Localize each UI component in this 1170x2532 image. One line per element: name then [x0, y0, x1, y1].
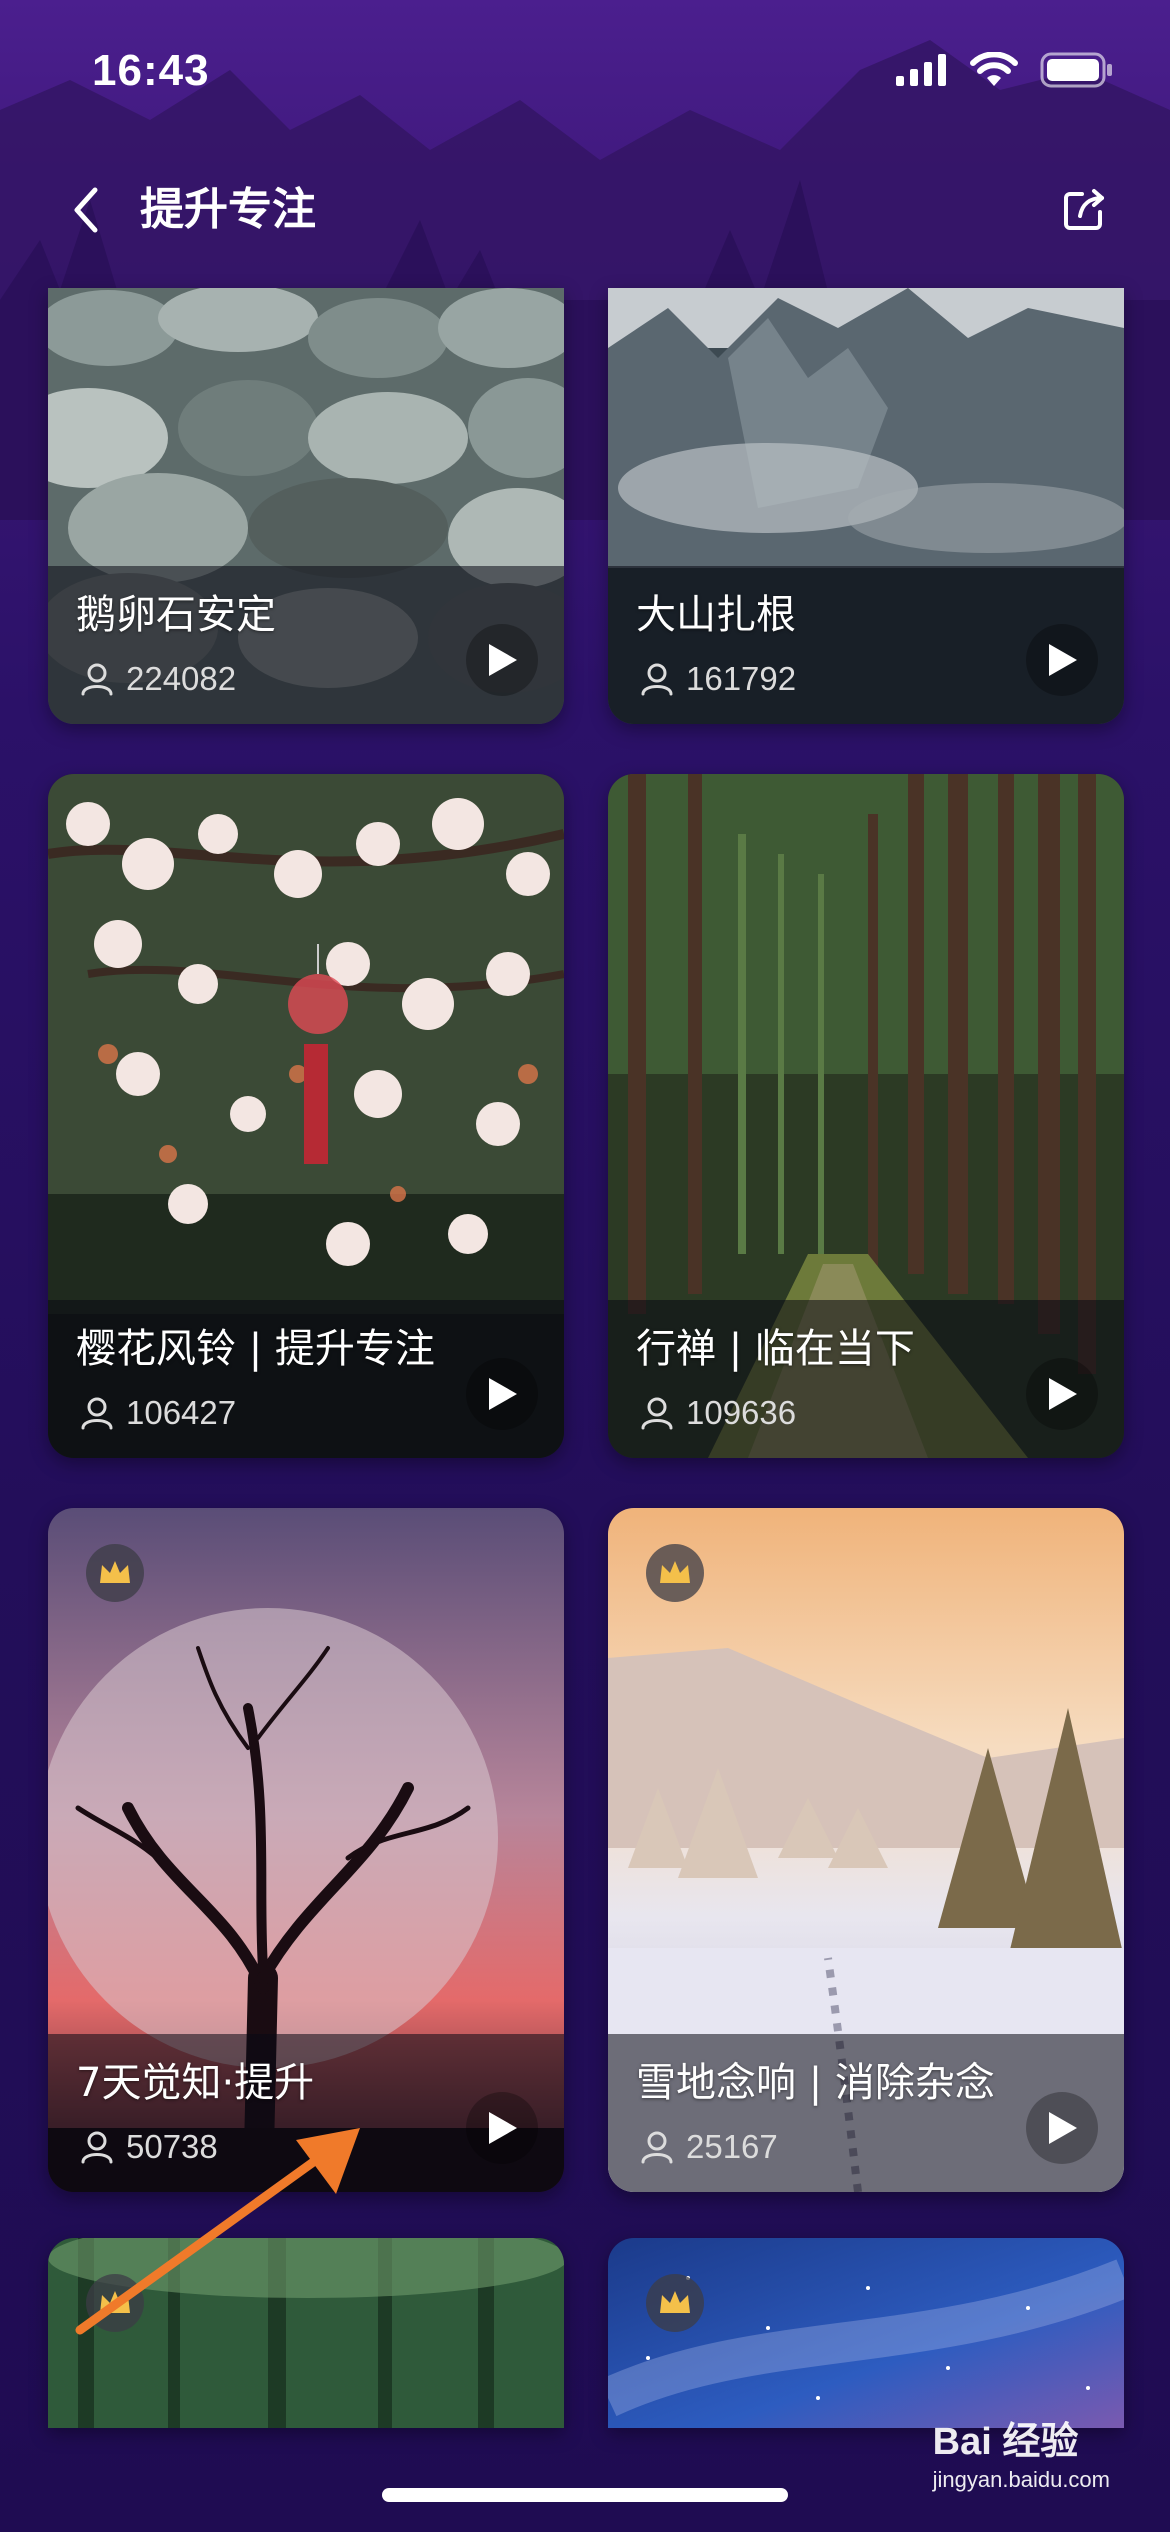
play-icon	[1049, 644, 1077, 676]
share-button[interactable]	[1054, 180, 1114, 240]
status-bar: 16:43	[0, 0, 1170, 140]
card-meta: 224082	[80, 660, 236, 698]
listen-count: 106427	[126, 1394, 237, 1431]
starry-sky-image	[608, 2238, 1124, 2428]
meditation-card[interactable]: 行禅 | 临在当下 109636	[608, 774, 1124, 1458]
card-meta: 109636	[640, 1394, 796, 1432]
crown-icon	[100, 1561, 130, 1583]
meditation-card[interactable]: 樱花风铃 | 提升专注 106427	[48, 774, 564, 1458]
listen-count: 25167	[686, 2128, 778, 2165]
share-icon	[1064, 189, 1104, 230]
status-time: 16:43	[92, 46, 210, 95]
card-title: 大山扎根	[636, 592, 796, 638]
play-icon	[489, 2112, 517, 2144]
home-indicator[interactable]	[382, 2488, 788, 2502]
card-meta: 106427	[80, 1394, 236, 1432]
card-title: 樱花风铃 | 提升专注	[76, 1326, 435, 1372]
play-icon	[1049, 2112, 1077, 2144]
card-title: 雪地念响 | 消除杂念	[636, 2060, 995, 2106]
meditation-card[interactable]: 大山扎根 161792	[608, 288, 1124, 724]
play-button[interactable]	[1026, 624, 1098, 696]
listen-count: 161792	[686, 660, 797, 697]
status-icons	[896, 52, 1114, 88]
nav-bar: 提升专注	[0, 160, 1170, 260]
play-button[interactable]	[466, 1358, 538, 1430]
chevron-left-icon	[74, 187, 98, 233]
watermark-url: jingyan.baidu.com	[932, 2467, 1110, 2492]
user-icon	[81, 1397, 113, 1430]
back-button[interactable]	[56, 180, 116, 240]
meditation-card[interactable]: 鹅卵石安定 224082	[48, 288, 564, 724]
play-button[interactable]	[1026, 2092, 1098, 2164]
premium-badge	[646, 2274, 704, 2332]
card-meta: 161792	[640, 660, 796, 698]
card-title: 行禅 | 临在当下	[636, 1326, 915, 1372]
listen-count: 224082	[126, 660, 237, 697]
user-icon	[641, 663, 673, 696]
battery-icon	[1040, 52, 1112, 88]
play-button[interactable]	[1026, 1358, 1098, 1430]
play-button[interactable]	[466, 624, 538, 696]
crown-icon	[660, 2291, 690, 2313]
wifi-icon	[970, 52, 1018, 86]
play-icon	[489, 1378, 517, 1410]
meditation-card[interactable]	[608, 2238, 1124, 2428]
listen-count: 109636	[686, 1394, 797, 1431]
user-icon	[81, 663, 113, 696]
card-title: 鹅卵石安定	[76, 592, 276, 638]
premium-badge	[646, 1544, 704, 1602]
page-title: 提升专注	[140, 184, 316, 235]
play-button[interactable]	[466, 2092, 538, 2164]
play-icon	[489, 644, 517, 676]
watermark-brand: Bai 经验	[932, 2421, 1079, 2463]
crown-icon	[660, 1561, 690, 1583]
baidu-watermark: Bai 经验 jingyan.baidu.com	[933, 2410, 1110, 2493]
orange-arrow-annotation	[75, 2128, 360, 2335]
play-icon	[1049, 1378, 1077, 1410]
user-icon	[641, 1397, 673, 1430]
premium-badge	[86, 1544, 144, 1602]
user-icon	[641, 2131, 673, 2164]
signal-icon	[896, 54, 946, 86]
card-meta: 25167	[640, 2128, 778, 2166]
meditation-card[interactable]: 雪地念响 | 消除杂念 25167	[608, 1508, 1124, 2192]
